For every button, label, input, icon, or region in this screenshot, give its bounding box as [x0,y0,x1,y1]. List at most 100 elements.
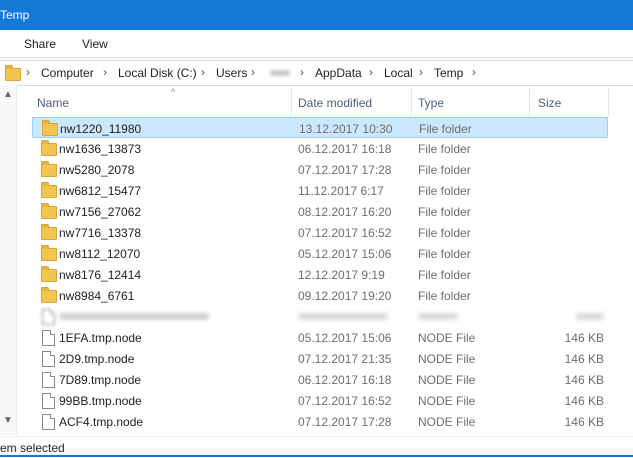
breadcrumb-appdata[interactable]: AppData [315,66,362,80]
file-type: File folder [418,289,471,303]
breadcrumb-local[interactable]: Local [384,66,413,80]
column-name[interactable]: Name [37,96,69,110]
file-name: nw1220_11980 [60,122,142,136]
list-item[interactable]: 99BB.tmp.node 07.12.2017 16:52 NODE File… [32,390,608,411]
scroll-up-icon[interactable]: ▲ [3,89,13,100]
window-title: Temp [0,8,30,22]
list-item[interactable]: 7D89.tmp.node 06.12.2017 16:18 NODE File… [32,369,608,390]
breadcrumb-redacted[interactable] [270,70,290,76]
list-item[interactable]: nw7156_27062 08.12.2017 16:20 File folde… [32,201,608,222]
list-item[interactable]: nw1220_11980 13.12.2017 10:30 File folde… [32,117,608,138]
status-text: em selected [0,441,65,455]
file-date: 08.12.2017 16:20 [298,205,392,219]
file-icon [42,330,55,346]
list-item-redacted[interactable] [32,306,608,327]
folder-icon [5,65,21,81]
redacted-name [59,313,209,320]
navigation-pane-scrollbar[interactable]: ▲ ▼ [0,85,17,435]
list-item[interactable]: nw6812_15477 11.12.2017 6:17 File folder [32,180,608,201]
file-type: NODE File [418,415,476,429]
file-name: nw8176_12414 [59,268,142,282]
list-item[interactable]: nw8984_6761 09.12.2017 19:20 File folder [32,285,608,306]
column-type[interactable]: Type [418,96,444,110]
chevron-right-icon: › [419,65,423,79]
list-item[interactable]: nw5280_2078 07.12.2017 17:28 File folder [32,159,608,180]
sort-ascending-icon: ^ [171,87,176,97]
column-date-modified[interactable]: Date modified [298,96,372,110]
file-size: 146 KB [564,415,604,429]
file-date: 07.12.2017 17:28 [298,415,392,429]
file-date: 05.12.2017 15:06 [298,331,392,345]
folder-icon [41,245,57,261]
folder-icon [41,287,57,303]
column-divider[interactable] [411,88,412,116]
column-header: ^ Name Date modified Type Size [16,87,633,116]
column-divider[interactable] [608,88,609,116]
folder-icon [42,120,58,136]
file-name: nw7156_27062 [59,205,142,219]
chevron-right-icon: › [103,65,107,79]
column-divider[interactable] [529,88,530,116]
file-type: File folder [419,122,472,136]
scroll-down-icon[interactable]: ▼ [3,415,13,426]
redacted-size [576,313,604,320]
ribbon: Share View [0,30,633,58]
file-name: 99BB.tmp.node [59,394,142,408]
file-name: nw1636_13873 [59,142,142,156]
file-size: 146 KB [564,352,604,366]
chevron-right-icon: › [369,65,373,79]
tab-share[interactable]: Share [24,37,56,51]
folder-icon [41,161,57,177]
folder-icon [41,224,57,240]
breadcrumb-temp[interactable]: Temp [434,66,463,80]
file-type: NODE File [418,373,476,387]
chevron-right-icon: › [300,65,304,79]
file-date: 07.12.2017 21:35 [298,352,392,366]
folder-icon [41,140,57,156]
file-type: File folder [418,247,471,261]
list-item[interactable]: nw1636_13873 06.12.2017 16:18 File folde… [32,138,608,159]
breadcrumb-users[interactable]: Users [216,66,247,80]
file-name: 7D89.tmp.node [59,373,142,387]
list-item[interactable]: 1EFA.tmp.node 05.12.2017 15:06 NODE File… [32,327,608,348]
folder-icon [41,266,57,282]
chevron-right-icon: › [251,65,255,79]
folder-icon [41,182,57,198]
file-name: nw5280_2078 [59,163,135,177]
file-icon [42,393,55,409]
file-size: 146 KB [564,331,604,345]
file-date: 07.12.2017 16:52 [298,226,392,240]
chevron-right-icon: › [472,65,476,79]
file-date: 09.12.2017 19:20 [298,289,392,303]
list-item[interactable]: nw8176_12414 12.12.2017 9:19 File folder [32,264,608,285]
breadcrumb-local-disk[interactable]: Local Disk (C:) [118,66,197,80]
file-type: NODE File [418,394,476,408]
chevron-right-icon: › [26,65,30,79]
file-date: 07.12.2017 17:28 [298,163,392,177]
file-date: 06.12.2017 16:18 [298,373,392,387]
list-item[interactable]: nw7716_13378 07.12.2017 16:52 File folde… [32,222,608,243]
address-bar[interactable]: › Computer › Local Disk (C:) › Users › ›… [0,60,633,86]
column-size[interactable]: Size [538,96,561,110]
file-date: 12.12.2017 9:19 [298,268,385,282]
breadcrumb-computer[interactable]: Computer [41,66,94,80]
file-icon [42,414,55,430]
file-name: ACF4.tmp.node [59,415,144,429]
file-type: NODE File [418,331,476,345]
file-type: File folder [418,163,471,177]
file-date: 13.12.2017 10:30 [299,122,393,136]
list-item[interactable]: 2D9.tmp.node 07.12.2017 21:35 NODE File … [32,348,608,369]
file-name: nw7716_13378 [59,226,142,240]
file-date: 06.12.2017 16:18 [298,142,392,156]
file-icon [42,309,55,325]
column-divider[interactable] [291,88,292,116]
chevron-right-icon: › [201,65,205,79]
file-type: NODE File [418,352,476,366]
file-name: nw8112_12070 [59,247,141,261]
list-item[interactable]: nw8112_12070 05.12.2017 15:06 File folde… [32,243,608,264]
redacted-date [298,313,388,320]
list-item[interactable]: ACF4.tmp.node 07.12.2017 17:28 NODE File… [32,411,608,432]
file-size: 146 KB [564,373,604,387]
tab-view[interactable]: View [82,37,108,51]
file-name: nw8984_6761 [59,289,135,303]
